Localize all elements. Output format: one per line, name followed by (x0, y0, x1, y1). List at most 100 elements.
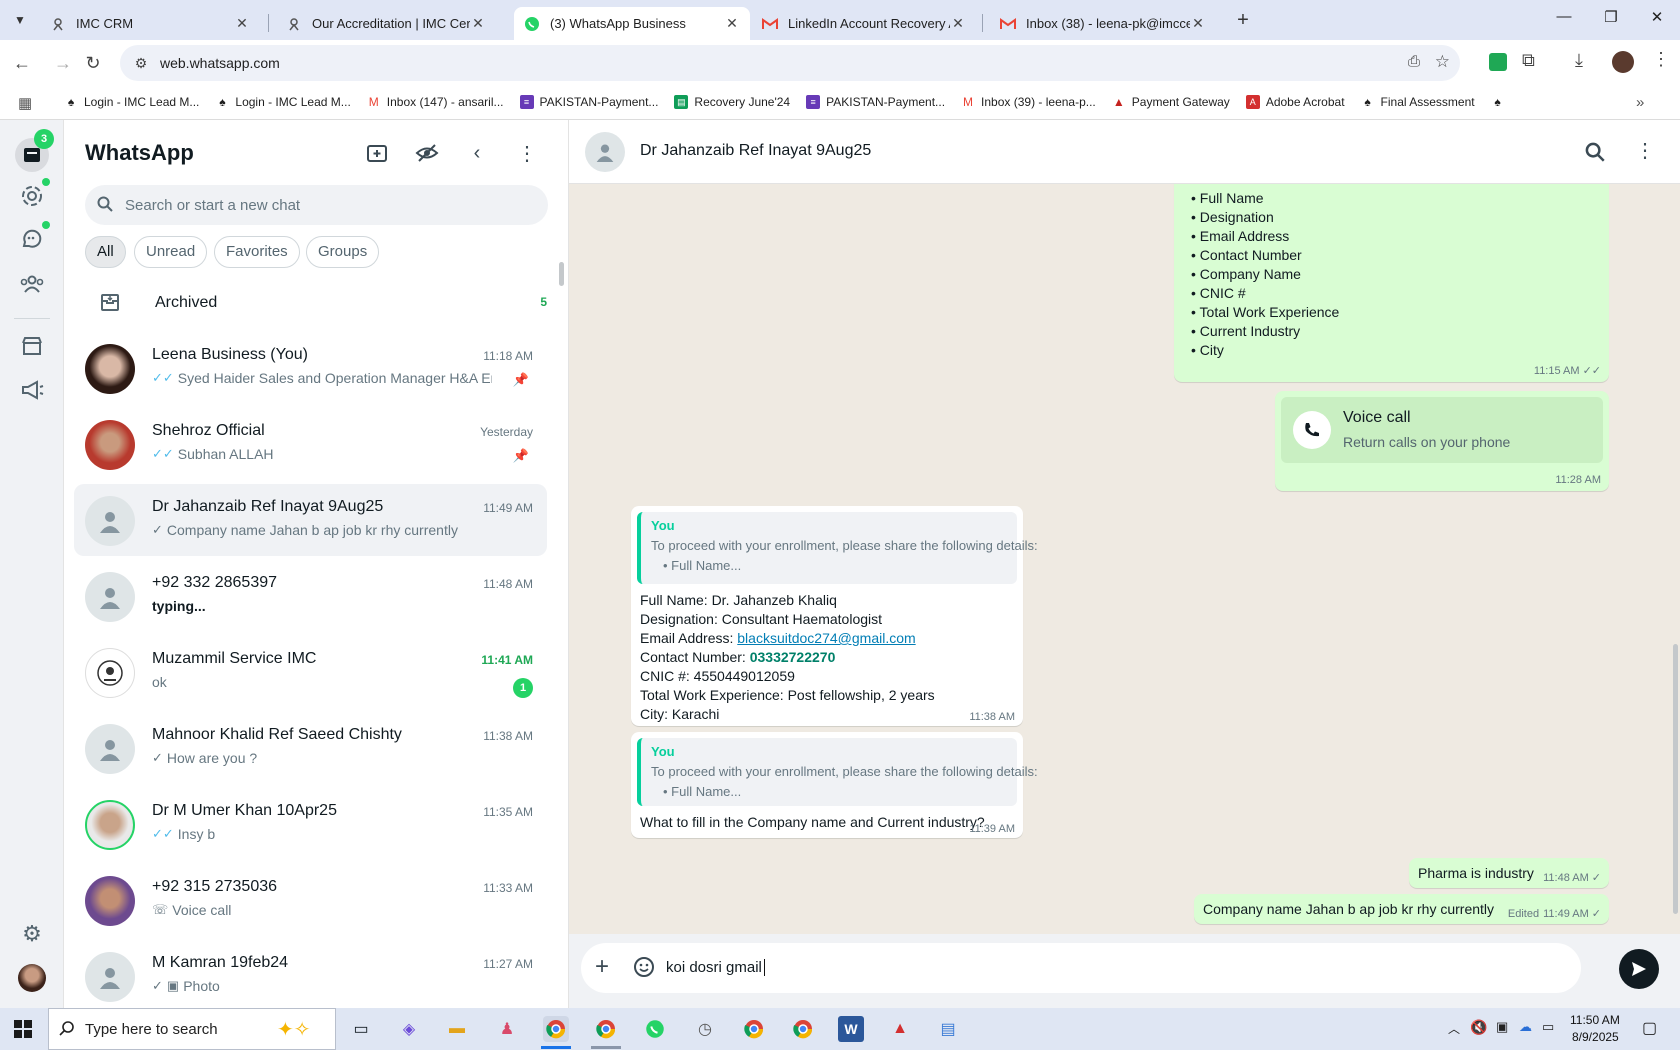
site-settings-icon[interactable]: ⚙ (126, 55, 156, 72)
forward-icon[interactable]: → (50, 50, 76, 76)
bookmark-payment-2[interactable]: ≡ PAKISTAN-Payment... (806, 95, 945, 109)
close-window-button[interactable]: ✕ (1634, 8, 1680, 32)
bookmark-payment-gateway[interactable]: ▲ Payment Gateway (1112, 95, 1230, 109)
tab-search-button[interactable]: ▼ (8, 8, 32, 32)
windows-start-icon[interactable] (14, 1020, 32, 1041)
filter-groups[interactable]: Groups (306, 236, 380, 268)
bookmark-login-2[interactable]: ♠ Login - IMC Lead M... (215, 95, 351, 109)
filter-favorites[interactable]: Favorites (214, 236, 300, 268)
advertise-megaphone-icon[interactable] (18, 376, 46, 404)
reload-icon[interactable]: ↻ (80, 50, 106, 76)
bookmark-final-assessment[interactable]: ♠ Final Assessment (1361, 95, 1474, 109)
bookmark-extra[interactable]: ♠ (1491, 95, 1511, 109)
status-icon[interactable] (18, 182, 46, 210)
chrome-icon[interactable] (593, 1016, 619, 1042)
chat-row-shehroz[interactable]: Shehroz Official Yesterday ✓✓ Subhan ALLA… (74, 408, 547, 480)
channels-icon[interactable] (18, 225, 46, 253)
catalog-store-icon[interactable] (18, 332, 46, 360)
message-voice-call[interactable]: Voice call Return calls on your phone 11… (1275, 391, 1609, 491)
close-icon[interactable]: ✕ (724, 15, 740, 32)
close-icon[interactable]: ✕ (1190, 15, 1206, 32)
chat-row-dr-m-umer[interactable]: Dr M Umer Khan 10Apr25 11:35 AM ✓✓ Insy b (74, 788, 547, 860)
back-icon[interactable]: ← (9, 50, 35, 76)
hide-eye-icon[interactable] (412, 138, 442, 168)
restore-button[interactable]: ❐ (1588, 8, 1634, 32)
search-input[interactable]: Search or start a new chat (85, 185, 548, 225)
tab-inbox[interactable]: Inbox (38) - leena-pk@imccerti ✕ (990, 7, 1216, 40)
clock-time[interactable]: 11:50 AM (1570, 1013, 1620, 1027)
file-explorer-icon[interactable]: ▬ (444, 1016, 470, 1042)
bookmark-recovery[interactable]: ▤ Recovery June'24 (674, 95, 790, 109)
filter-all[interactable]: All (85, 236, 126, 268)
install-app-icon[interactable]: ⎙ (1408, 53, 1420, 70)
chat-row-m-kamran[interactable]: M Kamran 19feb24 11:27 AM ✓ ▣ Photo (74, 940, 547, 1008)
profile-photo[interactable] (18, 964, 46, 992)
bookmark-payment-1[interactable]: ≡ PAKISTAN-Payment... (519, 95, 658, 109)
word-icon[interactable]: W (838, 1016, 864, 1042)
chrome-icon[interactable] (543, 1016, 569, 1042)
chat-row-muzammil[interactable]: Muzammil Service IMC 11:41 AM ok 1 (74, 636, 547, 708)
chrome-icon[interactable] (741, 1016, 767, 1042)
address-bar[interactable]: ⚙ web.whatsapp.com ⎙ ☆ (120, 45, 1460, 81)
minimize-button[interactable]: — (1541, 8, 1587, 32)
new-tab-button[interactable]: + (1230, 8, 1256, 32)
conversation-header[interactable]: Dr Jahanzaib Ref Inayat 9Aug25 ⋮ (569, 120, 1680, 184)
sticker-emoji-icon[interactable] (633, 956, 655, 981)
bookmark-inbox-147[interactable]: M Inbox (147) - ansaril... (367, 95, 504, 109)
message-incoming-question[interactable]: You To proceed with your enrollment, ple… (631, 732, 1038, 838)
chat-row-923322865397[interactable]: +92 332 2865397 11:48 AM typing... (74, 560, 547, 632)
new-chat-icon[interactable] (362, 138, 392, 168)
chat-row-923152735036[interactable]: +92 315 2735036 11:33 AM ☏ Voice call (74, 864, 547, 936)
send-button[interactable] (1619, 949, 1659, 989)
extension-green-icon[interactable] (1489, 53, 1507, 71)
profile-avatar[interactable] (1612, 51, 1634, 73)
archived-row[interactable]: Archived 5 (64, 280, 568, 328)
chrome-icon[interactable] (790, 1016, 816, 1042)
quoted-message[interactable]: You To proceed with your enrollment, ple… (637, 738, 1038, 806)
chat-row-leena[interactable]: Leena Business (You) 11:18 AM ✓✓ Syed Hai… (74, 332, 547, 404)
email-link[interactable]: blacksuitdoc274@gmail.com (737, 630, 915, 646)
list-scrollbar[interactable] (559, 262, 564, 286)
tab-accreditation[interactable]: Our Accreditation | IMC Certific ✕ (276, 7, 496, 40)
close-icon[interactable]: ✕ (234, 15, 250, 32)
tab-linkedin-recovery[interactable]: LinkedIn Account Recovery App ✕ (752, 7, 976, 40)
bookmark-inbox-39[interactable]: M Inbox (39) - leena-p... (961, 95, 1096, 109)
whatsapp-icon[interactable] (642, 1016, 668, 1042)
clock-app-icon[interactable]: ◷ (692, 1016, 718, 1042)
menu-dots-icon[interactable]: ⋮ (512, 138, 542, 168)
tab-whatsapp[interactable]: (3) WhatsApp Business ✕ (514, 7, 750, 40)
acrobat-icon[interactable]: ▲ (887, 1016, 913, 1042)
conversation-menu-icon[interactable]: ⋮ (1635, 138, 1655, 163)
message-scrollbar[interactable] (1673, 644, 1678, 914)
voice-call-card[interactable]: Voice call Return calls on your phone (1281, 397, 1603, 463)
more-bookmarks-icon[interactable]: » (1636, 94, 1644, 111)
volume-muted-icon[interactable]: 🔇 (1470, 1019, 1487, 1036)
app-pink-icon[interactable]: ♟ (494, 1016, 520, 1042)
chat-row-dr-jahanzaib[interactable]: Dr Jahanzaib Ref Inayat 9Aug25 11:49 AM … (74, 484, 547, 556)
network-icon[interactable]: ▭ (1542, 1019, 1554, 1035)
message-input[interactable]: + koi dosri gmail (581, 943, 1581, 993)
contact-avatar[interactable] (585, 132, 625, 172)
apps-grid-icon[interactable]: ▦ (18, 94, 32, 112)
bookmark-adobe[interactable]: A Adobe Acrobat (1245, 95, 1345, 109)
clock-date[interactable]: 8/9/2025 (1572, 1030, 1619, 1044)
copilot-icon[interactable]: ◈ (396, 1016, 422, 1042)
taskbar-search[interactable]: Type here to search ✦✧ (48, 1008, 336, 1050)
message-outgoing-pharma[interactable]: Pharma is industry 11:48 AM ✓ (1409, 858, 1609, 888)
downloads-icon[interactable]: ⤓ (1575, 50, 1583, 71)
chat-row-mahnoor[interactable]: Mahnoor Khalid Ref Saeed Chishty 11:38 A… (74, 712, 547, 784)
settings-gear-icon[interactable]: ⚙ (18, 920, 46, 948)
phone-number-link[interactable]: 03332722270 (750, 649, 836, 665)
attach-plus-icon[interactable]: + (595, 953, 609, 981)
collapse-chevron-icon[interactable]: ‹ (462, 138, 492, 168)
weather-icon[interactable]: ☁ (1519, 1019, 1532, 1035)
tab-imc-crm[interactable]: IMC CRM ✕ (40, 7, 260, 40)
search-icon[interactable] (1585, 142, 1605, 165)
tray-chevron-icon[interactable]: ︿ (1448, 1020, 1460, 1037)
close-icon[interactable]: ✕ (470, 15, 486, 32)
quoted-message[interactable]: You To proceed with your enrollment, ple… (637, 512, 1038, 584)
contact-name[interactable]: Dr Jahanzaib Ref Inayat 9Aug25 (640, 142, 871, 160)
close-icon[interactable]: ✕ (950, 15, 966, 32)
notifications-icon[interactable]: ▢ (1642, 1018, 1657, 1038)
browser-menu-icon[interactable]: ⋮ (1652, 49, 1670, 70)
